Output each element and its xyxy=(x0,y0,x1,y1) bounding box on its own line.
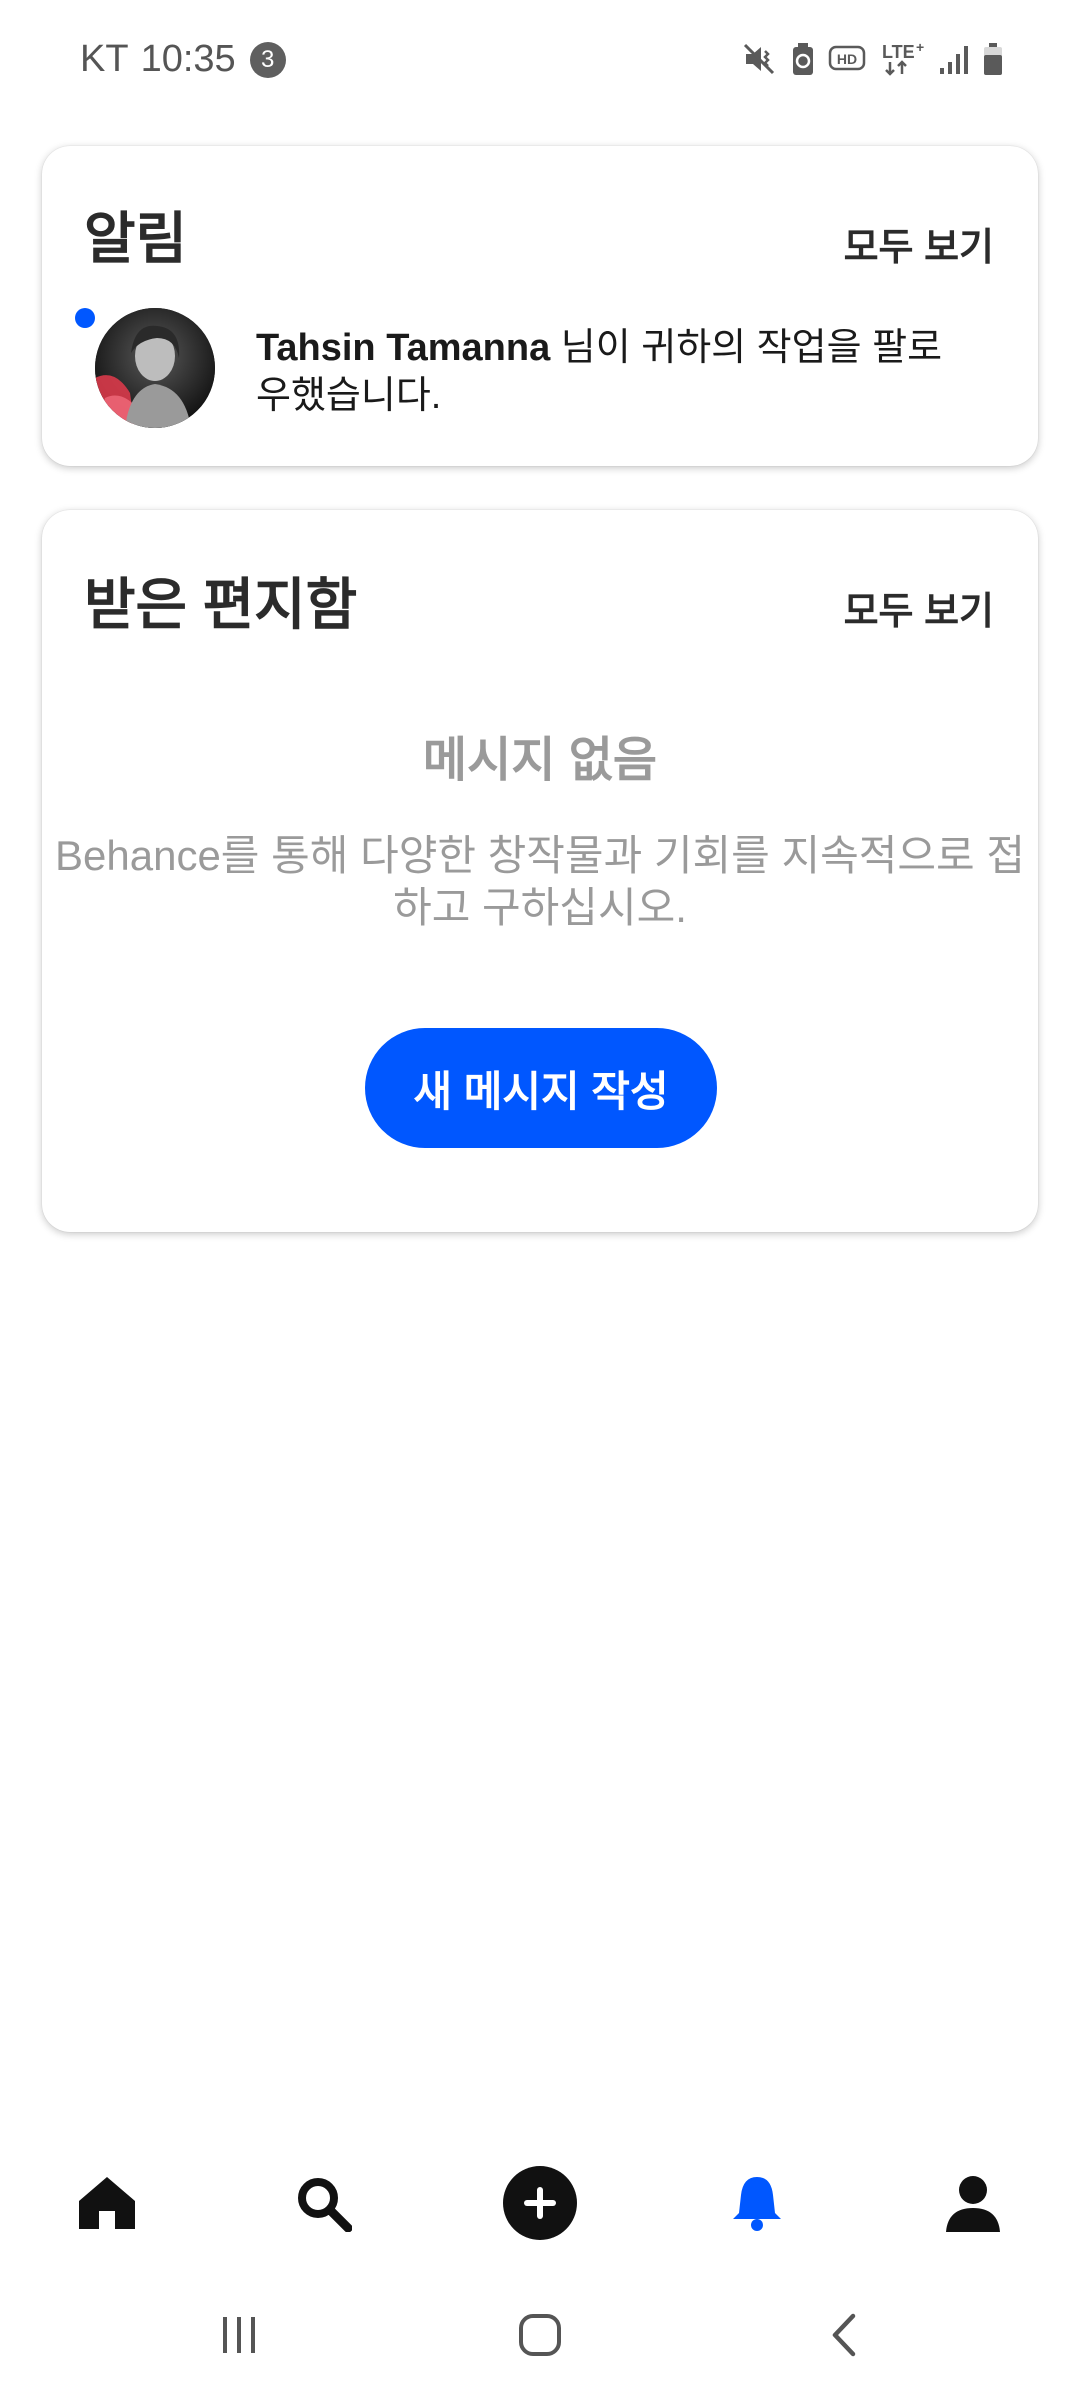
battery-icon xyxy=(982,41,1004,77)
status-icons: HD LTE + xyxy=(742,40,1004,78)
notifications-card: 알림 모두 보기 Tahsin Tamanna 님이 귀하의 작업을 팔로우했습… xyxy=(42,146,1038,466)
home-circle-icon xyxy=(517,2312,563,2363)
notifications-title: 알림 xyxy=(84,207,188,270)
hd-icon: HD xyxy=(828,43,868,75)
battery-saver-icon xyxy=(790,41,816,77)
create-plus-icon xyxy=(502,2165,578,2246)
system-home-button[interactable] xyxy=(485,2282,595,2392)
signal-icon xyxy=(938,42,970,76)
nav-create[interactable] xyxy=(485,2150,595,2260)
empty-state-description: Behance를 통해 다양한 창작물과 기회를 지속적으로 접하고 구하십시오… xyxy=(55,832,1025,931)
notification-user-name[interactable]: Tahsin Tamanna xyxy=(256,327,550,369)
empty-state-title: 메시지 없음 xyxy=(422,734,658,787)
nav-profile[interactable] xyxy=(918,2150,1028,2260)
avatar[interactable] xyxy=(95,308,215,428)
bottom-nav xyxy=(0,2150,1080,2260)
svg-text:+: + xyxy=(916,40,924,55)
notifications-screen: KT 10:35 3 HD LTE + 알림 모두 보기 Tahsin Tama… xyxy=(0,0,1080,2400)
unread-dot xyxy=(75,308,95,328)
notifications-see-all-link[interactable]: 모두 보기 xyxy=(844,216,994,271)
search-icon xyxy=(294,2174,353,2237)
notification-count-badge: 3 xyxy=(249,41,286,78)
compose-message-button[interactable]: 새 메시지 작성 xyxy=(365,1028,717,1148)
carrier-label: KT xyxy=(80,38,129,80)
system-back-button[interactable] xyxy=(790,2282,900,2392)
system-nav-bar xyxy=(0,2282,1080,2392)
inbox-title: 받은 편지함 xyxy=(84,573,358,636)
profile-icon xyxy=(944,2174,1002,2237)
inbox-card: 받은 편지함 모두 보기 메시지 없음 Behance를 통해 다양한 창작물과… xyxy=(42,510,1038,1232)
clock: 10:35 xyxy=(140,38,236,80)
nav-search[interactable] xyxy=(268,2150,378,2260)
home-icon xyxy=(77,2175,137,2236)
recent-apps-icon xyxy=(217,2313,261,2362)
recent-apps-button[interactable] xyxy=(184,2282,294,2392)
notifications-bell-icon xyxy=(729,2173,785,2238)
status-bar: KT 10:35 3 HD LTE + xyxy=(0,0,1080,126)
nav-notifications[interactable] xyxy=(702,2150,812,2260)
svg-text:LTE: LTE xyxy=(882,42,915,62)
lte-plus-icon: LTE + xyxy=(880,40,926,78)
nav-home[interactable] xyxy=(52,2150,162,2260)
back-icon xyxy=(825,2312,865,2363)
svg-text:HD: HD xyxy=(837,51,857,67)
mute-vibrate-icon xyxy=(742,41,778,77)
status-left: KT 10:35 3 xyxy=(80,38,286,81)
notification-text: Tahsin Tamanna 님이 귀하의 작업을 팔로우했습니다. xyxy=(256,324,976,420)
inbox-see-all-link[interactable]: 모두 보기 xyxy=(844,580,994,635)
